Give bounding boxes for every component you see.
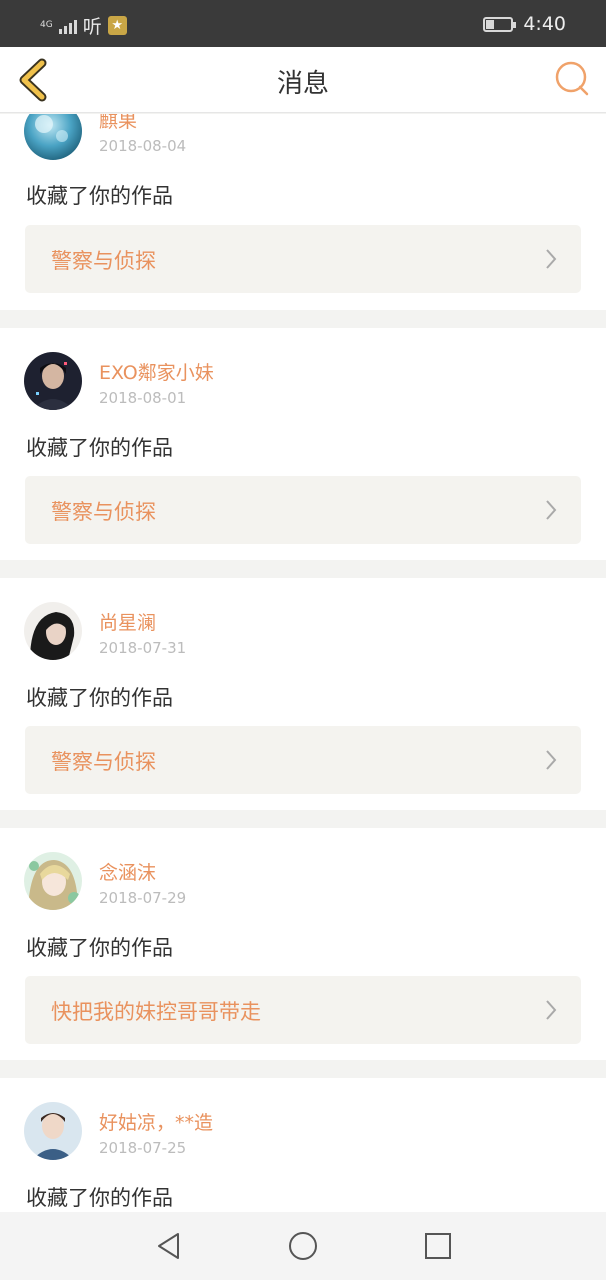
chevron-right-icon bbox=[546, 500, 557, 520]
user-name[interactable]: 念涵沫 bbox=[99, 858, 156, 885]
avatar[interactable] bbox=[24, 352, 82, 410]
work-link[interactable]: 快把我的妹控哥哥带走 bbox=[25, 976, 581, 1044]
avatar[interactable] bbox=[24, 114, 82, 160]
message-card: 念涵沫 2018-07-29 收藏了你的作品 快把我的妹控哥哥带走 bbox=[0, 828, 606, 1060]
user-name[interactable]: 好姑凉，**造 bbox=[99, 1108, 213, 1135]
message-card: 尚星澜 2018-07-31 收藏了你的作品 警察与侦探 bbox=[0, 578, 606, 810]
message-action: 收藏了你的作品 bbox=[26, 686, 173, 710]
message-date: 2018-07-31 bbox=[99, 639, 187, 657]
network-type: 4G bbox=[40, 20, 53, 30]
triangle-back-icon[interactable] bbox=[152, 1229, 186, 1263]
work-title: 警察与侦探 bbox=[51, 500, 156, 524]
system-nav-bar bbox=[0, 1212, 606, 1280]
message-card: EXO鄰家小妹 2018-08-01 收藏了你的作品 警察与侦探 bbox=[0, 328, 606, 560]
message-date: 2018-08-04 bbox=[99, 137, 187, 155]
message-list[interactable]: 麒果 2018-08-04 收藏了你的作品 警察与侦探 EXO鄰家小妹 2018… bbox=[0, 114, 606, 1212]
chevron-right-icon bbox=[546, 750, 557, 770]
message-card: 麒果 2018-08-04 收藏了你的作品 警察与侦探 bbox=[0, 114, 606, 310]
message-action: 收藏了你的作品 bbox=[26, 1186, 173, 1210]
message-card: 好姑凉，**造 2018-07-25 收藏了你的作品 bbox=[0, 1078, 606, 1212]
message-date: 2018-07-29 bbox=[99, 889, 187, 907]
blue-bubbles-avatar bbox=[24, 114, 82, 160]
message-action: 收藏了你的作品 bbox=[26, 936, 173, 960]
work-link[interactable]: 警察与侦探 bbox=[25, 476, 581, 544]
user-name[interactable]: EXO鄰家小妹 bbox=[99, 358, 214, 385]
message-date: 2018-07-25 bbox=[99, 1139, 187, 1157]
dark-portrait-avatar bbox=[24, 352, 82, 410]
clock: 4:40 bbox=[523, 13, 566, 35]
page-title: 消息 bbox=[276, 69, 329, 99]
boy-jersey-avatar bbox=[24, 1102, 82, 1160]
work-title: 快把我的妹控哥哥带走 bbox=[51, 1000, 261, 1024]
avatar[interactable] bbox=[24, 852, 82, 910]
app-notification-label: 听 bbox=[82, 16, 102, 38]
status-bar: 4G 听 ★ 4:40 bbox=[0, 0, 606, 47]
work-title: 警察与侦探 bbox=[51, 249, 156, 273]
user-name[interactable]: 尚星澜 bbox=[99, 608, 156, 635]
circle-home-icon[interactable] bbox=[286, 1229, 320, 1263]
work-title: 警察与侦探 bbox=[51, 750, 156, 774]
avatar[interactable] bbox=[24, 1102, 82, 1160]
message-action: 收藏了你的作品 bbox=[26, 436, 173, 460]
avatar[interactable] bbox=[24, 602, 82, 660]
search-icon[interactable] bbox=[552, 59, 592, 99]
anime-girl-avatar bbox=[24, 852, 82, 910]
status-left: 4G 听 ★ bbox=[40, 12, 127, 39]
chevron-right-icon bbox=[546, 1000, 557, 1020]
girl-dark-hair-avatar bbox=[24, 602, 82, 660]
app-header: 消息 bbox=[0, 47, 606, 113]
square-recents-icon[interactable] bbox=[421, 1229, 455, 1263]
message-action: 收藏了你的作品 bbox=[26, 184, 173, 208]
chevron-right-icon bbox=[546, 249, 557, 269]
battery-icon bbox=[483, 16, 517, 32]
work-link[interactable]: 警察与侦探 bbox=[25, 726, 581, 794]
work-link[interactable]: 警察与侦探 bbox=[25, 225, 581, 293]
message-date: 2018-08-01 bbox=[99, 389, 187, 407]
user-name[interactable]: 麒果 bbox=[99, 114, 137, 133]
signal-icon bbox=[58, 18, 77, 34]
status-right: 4:40 bbox=[483, 13, 566, 35]
star-notification-icon: ★ bbox=[107, 16, 127, 35]
